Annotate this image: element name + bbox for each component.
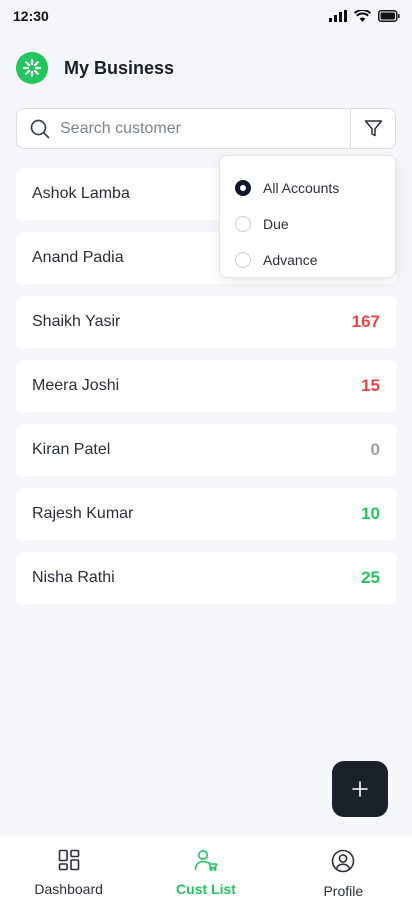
status-icons — [329, 10, 400, 22]
wifi-icon — [354, 10, 371, 22]
radio-unselected[interactable] — [235, 216, 251, 232]
customer-name: Kiran Patel — [32, 441, 111, 458]
customer-name: Meera Joshi — [32, 377, 120, 394]
customer-name: Shaikh Yasir — [32, 313, 121, 330]
customer-balance: 10 — [361, 504, 380, 523]
nav-item-profile[interactable]: Profile — [275, 837, 412, 917]
plus-icon — [352, 781, 368, 797]
add-customer-button[interactable] — [332, 761, 388, 817]
battery-icon — [378, 10, 400, 22]
customer-row[interactable]: Nisha Rathi 25 — [16, 552, 396, 604]
filter-option-all-accounts[interactable]: All Accounts — [220, 170, 395, 206]
bottom-nav: Dashboard Cust List Profile — [0, 837, 412, 917]
customer-row[interactable]: Kiran Patel 0 — [16, 424, 396, 476]
customer-balance: 167 — [351, 312, 380, 331]
nav-label: Dashboard — [34, 881, 103, 897]
customer-name: Anand Padia — [32, 249, 124, 266]
customer-row[interactable]: Rajesh Kumar 10 — [16, 488, 396, 540]
grid-icon — [58, 849, 79, 871]
search-icon — [30, 119, 50, 138]
cellular-signal-icon — [329, 10, 347, 22]
status-time: 12:30 — [13, 8, 49, 24]
radio-unselected[interactable] — [235, 252, 251, 268]
nav-item-dashboard[interactable]: Dashboard — [0, 837, 137, 917]
customer-name: Nisha Rathi — [32, 569, 115, 586]
business-logo — [16, 52, 48, 84]
customer-name: Rajesh Kumar — [32, 505, 134, 522]
status-bar: 12:30 — [0, 0, 412, 32]
customer-balance: 25 — [361, 568, 380, 587]
app-header: My Business — [16, 52, 174, 84]
customer-row[interactable]: Shaikh Yasir 167 — [16, 296, 396, 348]
filter-dropdown: All Accounts Due Advance — [219, 155, 396, 278]
filter-option-label: All Accounts — [263, 180, 340, 196]
customer-cart-icon — [194, 850, 218, 871]
filter-option-label: Advance — [263, 252, 318, 268]
radio-selected[interactable] — [235, 180, 251, 196]
filter-button[interactable] — [350, 109, 395, 148]
customer-balance: 15 — [361, 376, 380, 395]
filter-option-advance[interactable]: Advance — [220, 242, 395, 278]
nav-item-cust-list[interactable]: Cust List — [137, 837, 274, 917]
nav-label: Cust List — [176, 881, 236, 897]
page-title: My Business — [64, 57, 175, 78]
customer-balance: 0 — [370, 440, 380, 459]
search-input[interactable] — [60, 119, 340, 138]
nav-label: Profile — [323, 883, 364, 899]
filter-option-label: Due — [263, 216, 289, 232]
filter-option-due[interactable]: Due — [220, 206, 395, 242]
customer-name: Ashok Lamba — [32, 185, 130, 202]
customer-row[interactable]: Meera Joshi 15 — [16, 360, 396, 412]
search-bar — [16, 108, 396, 149]
user-circle-icon — [332, 849, 355, 873]
filter-icon — [364, 120, 382, 137]
asterisk-logo-icon — [22, 58, 42, 78]
